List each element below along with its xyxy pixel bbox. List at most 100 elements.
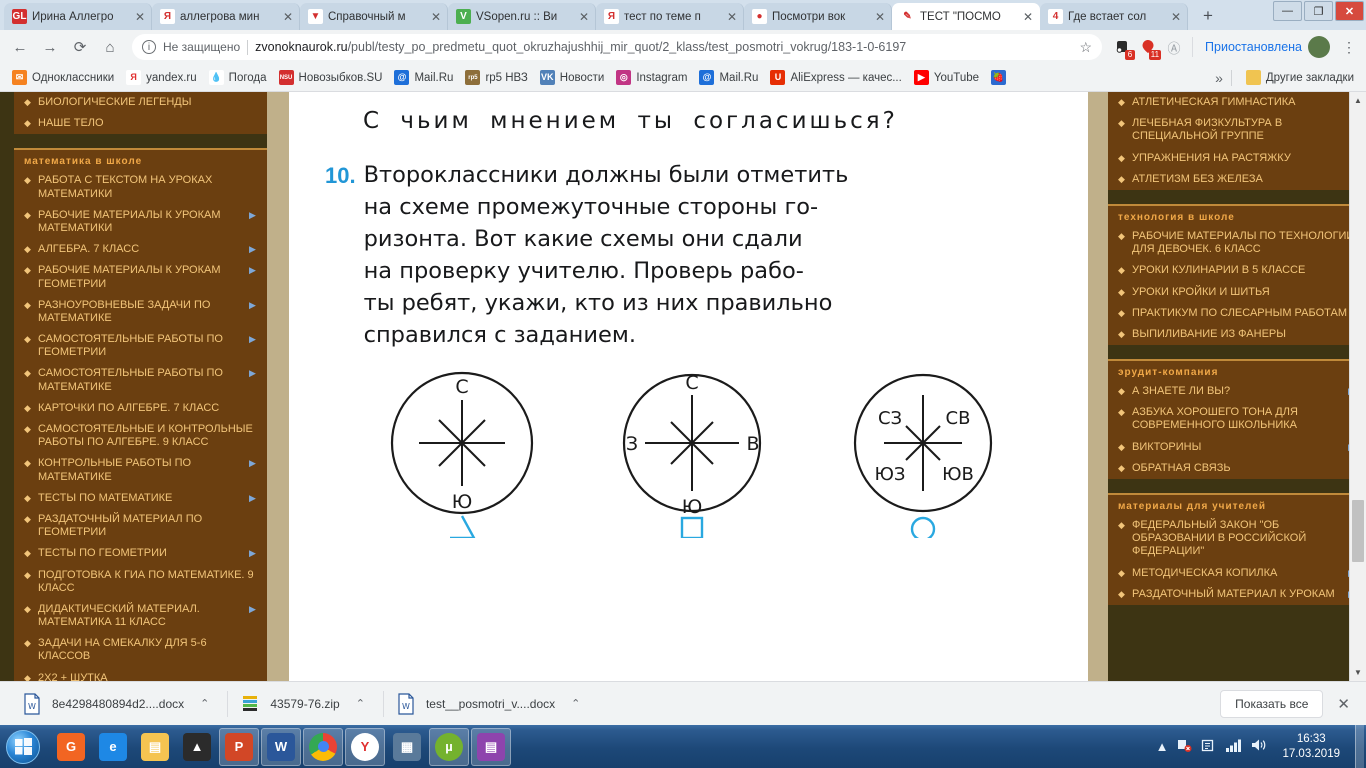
sidebar-item[interactable]: ◆ САМОСТОЯТЕЛЬНЫЕ И КОНТРОЛЬНЫЕ РАБОТЫ ПО… xyxy=(14,419,267,453)
tab-close-icon[interactable]: ✕ xyxy=(725,11,739,23)
profile-chip[interactable]: Приостановлена xyxy=(1199,36,1336,58)
sidebar-item[interactable]: ◆ КАРТОЧКИ ПО АЛГЕБРЕ. 7 КЛАСС xyxy=(14,398,267,419)
sidebar-item[interactable]: ◆ РАБОЧИЕ МАТЕРИАЛЫ ПО ТЕХНОЛОГИИ ДЛЯ ДЕВ… xyxy=(1108,226,1366,260)
show-desktop-button[interactable] xyxy=(1355,725,1364,768)
browser-tab[interactable]: Ятест по теме п ✕ xyxy=(596,3,744,30)
browser-tab[interactable]: ▼ Справочный м ✕ xyxy=(300,3,448,30)
tab-close-icon[interactable]: ✕ xyxy=(1169,11,1183,23)
sidebar-item[interactable]: ◆ БИОЛОГИЧЕСКИЕ ЛЕГЕНДЫ xyxy=(14,92,267,113)
sidebar-item[interactable]: ◆ РАЗДАТОЧНЫЙ МАТЕРИАЛ ПО ГЕОМЕТРИИ xyxy=(14,509,267,543)
taskbar-app-chrome[interactable] xyxy=(303,727,343,766)
download-item[interactable]: Wtest__posmotri_v....docx ⌃ xyxy=(384,689,598,719)
home-button[interactable]: ⌂ xyxy=(96,33,124,61)
chevron-right-icon[interactable]: ▶ xyxy=(249,547,259,559)
avatar[interactable] xyxy=(1308,36,1330,58)
back-button[interactable]: ← xyxy=(6,33,34,61)
bookmark-item[interactable]: 💧 Погода xyxy=(203,68,273,87)
page-scrollbar[interactable]: ▲ ▼ xyxy=(1349,92,1366,681)
bookmark-item[interactable]: ✉ Одноклассники xyxy=(6,68,120,87)
close-window-button[interactable]: ✕ xyxy=(1335,1,1364,21)
sidebar-item[interactable]: ◆ РАБОЧИЕ МАТЕРИАЛЫ К УРОКАМ МАТЕМАТИКИ ▶ xyxy=(14,205,267,239)
bookmark-item[interactable]: ▶ YouTube xyxy=(908,68,985,87)
sidebar-item[interactable]: ◆ УРОКИ КУЛИНАРИИ В 5 КЛАССЕ xyxy=(1108,260,1366,281)
browser-tab[interactable]: ● Посмотри вок ✕ xyxy=(744,3,892,30)
chevron-right-icon[interactable]: ▶ xyxy=(249,209,259,221)
bookmark-item[interactable]: NSU Новозыбков.SU xyxy=(273,68,389,87)
download-menu-caret-icon[interactable]: ⌃ xyxy=(571,697,580,710)
sidebar-item[interactable]: ◆ РАБОЧИЕ МАТЕРИАЛЫ К УРОКАМ ГЕОМЕТРИИ ▶ xyxy=(14,260,267,294)
sidebar-item[interactable]: ◆ УРОКИ КРОЙКИ И ШИТЬЯ xyxy=(1108,282,1366,303)
taskbar-clock[interactable]: 16:33 17.03.2019 xyxy=(1276,732,1346,762)
chevron-right-icon[interactable]: ▶ xyxy=(249,492,259,504)
extension-icon-3[interactable]: Ⓐ xyxy=(1162,35,1186,59)
sidebar-item[interactable]: ◆ ТЕСТЫ ПО МАТЕМАТИКЕ ▶ xyxy=(14,488,267,509)
sidebar-item[interactable]: ◆ 2x2 + ШУТКА xyxy=(14,668,267,681)
sidebar-item[interactable]: ◆МЕТОДИЧЕСКАЯ КОПИЛКА▶ xyxy=(1108,563,1366,584)
sidebar-item[interactable]: ◆ ПОДГОТОВКА К ГИА ПО МАТЕМАТИКЕ. 9 КЛАСС xyxy=(14,565,267,599)
bookmark-item[interactable]: U AliExpress — качес... xyxy=(764,68,907,87)
extension-icon-1[interactable]: 6 xyxy=(1110,35,1136,60)
action-center-icon[interactable] xyxy=(1201,738,1216,756)
sidebar-item[interactable]: ◆ КОНТРОЛЬНЫЕ РАБОТЫ ПО МАТЕМАТИКЕ ▶ xyxy=(14,453,267,487)
scroll-up-button[interactable]: ▲ xyxy=(1350,92,1366,109)
sidebar-item[interactable]: ◆ РАБОТА С ТЕКСТОМ НА УРОКАХ МАТЕМАТИКИ xyxy=(14,170,267,204)
tab-close-icon[interactable]: ✕ xyxy=(133,11,147,23)
chevron-right-icon[interactable]: ▶ xyxy=(249,264,259,276)
sidebar-item[interactable]: ◆ ОБРАТНАЯ СВЯЗЬ xyxy=(1108,458,1366,479)
bookmark-item[interactable]: @ Mail.Ru xyxy=(693,68,764,87)
chevron-right-icon[interactable]: ▶ xyxy=(249,333,259,345)
start-button[interactable] xyxy=(2,728,44,766)
address-bar[interactable]: i Не защищено zvonoknaurok.ru/publ/testy… xyxy=(132,34,1103,60)
sidebar-item[interactable]: ◆РАЗДАТОЧНЫЙ МАТЕРИАЛ К УРОКАМ▶ xyxy=(1108,584,1366,605)
sidebar-item[interactable]: ◆А ЗНАЕТЕ ЛИ ВЫ?▶ xyxy=(1108,381,1366,402)
volume-icon[interactable] xyxy=(1251,738,1267,755)
tab-close-icon[interactable]: ✕ xyxy=(577,11,591,23)
minimize-button[interactable]: — xyxy=(1273,1,1302,21)
tray-expand-icon[interactable]: ▲ xyxy=(1156,739,1169,754)
chevron-right-icon[interactable]: ▶ xyxy=(249,457,259,469)
sidebar-item[interactable]: ◆ ТЕСТЫ ПО ГЕОМЕТРИИ ▶ xyxy=(14,543,267,564)
browser-tab[interactable]: ✎ ТЕСТ "ПОСМО ✕ xyxy=(892,3,1040,30)
browser-tab[interactable]: 4 Где встает сол ✕ xyxy=(1040,3,1188,30)
bookmark-item[interactable]: Яyandex.ru xyxy=(120,68,203,87)
close-downloads-shelf-button[interactable]: ✕ xyxy=(1337,695,1350,713)
show-all-downloads-button[interactable]: Показать все xyxy=(1220,689,1324,718)
site-info-icon[interactable]: i xyxy=(142,40,156,54)
sidebar-item[interactable]: ◆ РАЗНОУРОВНЕВЫЕ ЗАДАЧИ ПО МАТЕМАТИКЕ ▶ xyxy=(14,295,267,329)
browser-tab[interactable]: V VSopen.ru :: Ви ✕ xyxy=(448,3,596,30)
browser-tab[interactable]: GL Ирина Аллегро ✕ xyxy=(4,3,152,30)
forward-button[interactable]: → xyxy=(36,33,64,61)
download-menu-caret-icon[interactable]: ⌃ xyxy=(356,697,365,710)
sidebar-item[interactable]: ◆ ПРАКТИКУМ ПО СЛЕСАРНЫМ РАБОТАМ xyxy=(1108,303,1366,324)
maximize-button[interactable]: ❐ xyxy=(1304,1,1333,21)
taskbar-app-system-monitor[interactable]: ▦ xyxy=(387,728,427,766)
browser-tab[interactable]: Яаллегрова мин ✕ xyxy=(152,3,300,30)
bookmark-item[interactable]: rp5 rp5 НВЗ xyxy=(459,68,533,87)
bookmark-item[interactable]: ◎ Instagram xyxy=(610,68,693,87)
taskbar-app-utorrent[interactable]: µ xyxy=(429,727,469,766)
sidebar-item[interactable]: ◆ АТЛЕТИЧЕСКАЯ ГИМНАСТИКА xyxy=(1108,92,1366,113)
chevron-right-icon[interactable]: ▶ xyxy=(249,603,259,615)
bookmarks-overflow-button[interactable]: » xyxy=(1215,70,1223,86)
download-item[interactable]: W 8e4298480894d2....docx ⌃ xyxy=(10,689,227,719)
sidebar-item[interactable]: ◆ ЗАДАЧИ НА СМЕКАЛКУ ДЛЯ 5-6 КЛАССОВ xyxy=(14,633,267,667)
sidebar-item[interactable]: ◆ ФЕДЕРАЛЬНЫЙ ЗАКОН "ОБ ОБРАЗОВАНИИ В РОС… xyxy=(1108,515,1366,563)
tab-close-icon[interactable]: ✕ xyxy=(873,11,887,23)
scrollbar-thumb[interactable] xyxy=(1352,500,1364,562)
download-menu-caret-icon[interactable]: ⌃ xyxy=(200,697,209,710)
download-item[interactable]: 43579-76.zip ⌃ xyxy=(228,689,383,719)
taskbar-app-file-explorer[interactable]: ▤ xyxy=(135,728,175,766)
sidebar-item[interactable]: ◆ САМОСТОЯТЕЛЬНЫЕ РАБОТЫ ПО МАТЕМАТИКЕ ▶ xyxy=(14,363,267,397)
chevron-right-icon[interactable]: ▶ xyxy=(249,367,259,379)
reload-button[interactable]: ⟳ xyxy=(66,33,94,61)
sidebar-item[interactable]: ◆ АЗБУКА ХОРОШЕГО ТОНА ДЛЯ СОВРЕМЕННОГО Ш… xyxy=(1108,402,1366,436)
tab-close-icon[interactable]: ✕ xyxy=(1021,11,1035,23)
other-bookmarks-button[interactable]: Другие закладки xyxy=(1240,68,1360,87)
chevron-right-icon[interactable]: ▶ xyxy=(249,243,259,255)
bookmark-item[interactable]: VK Новости xyxy=(534,68,611,87)
sidebar-item[interactable]: ◆ АЛГЕБРА. 7 КЛАСС ▶ xyxy=(14,239,267,260)
chevron-right-icon[interactable]: ▶ xyxy=(249,299,259,311)
taskbar-app-powerpoint[interactable]: P xyxy=(219,727,259,766)
signal-strength-icon[interactable] xyxy=(1225,738,1242,755)
taskbar-app-winrar[interactable]: ▤ xyxy=(471,727,511,766)
